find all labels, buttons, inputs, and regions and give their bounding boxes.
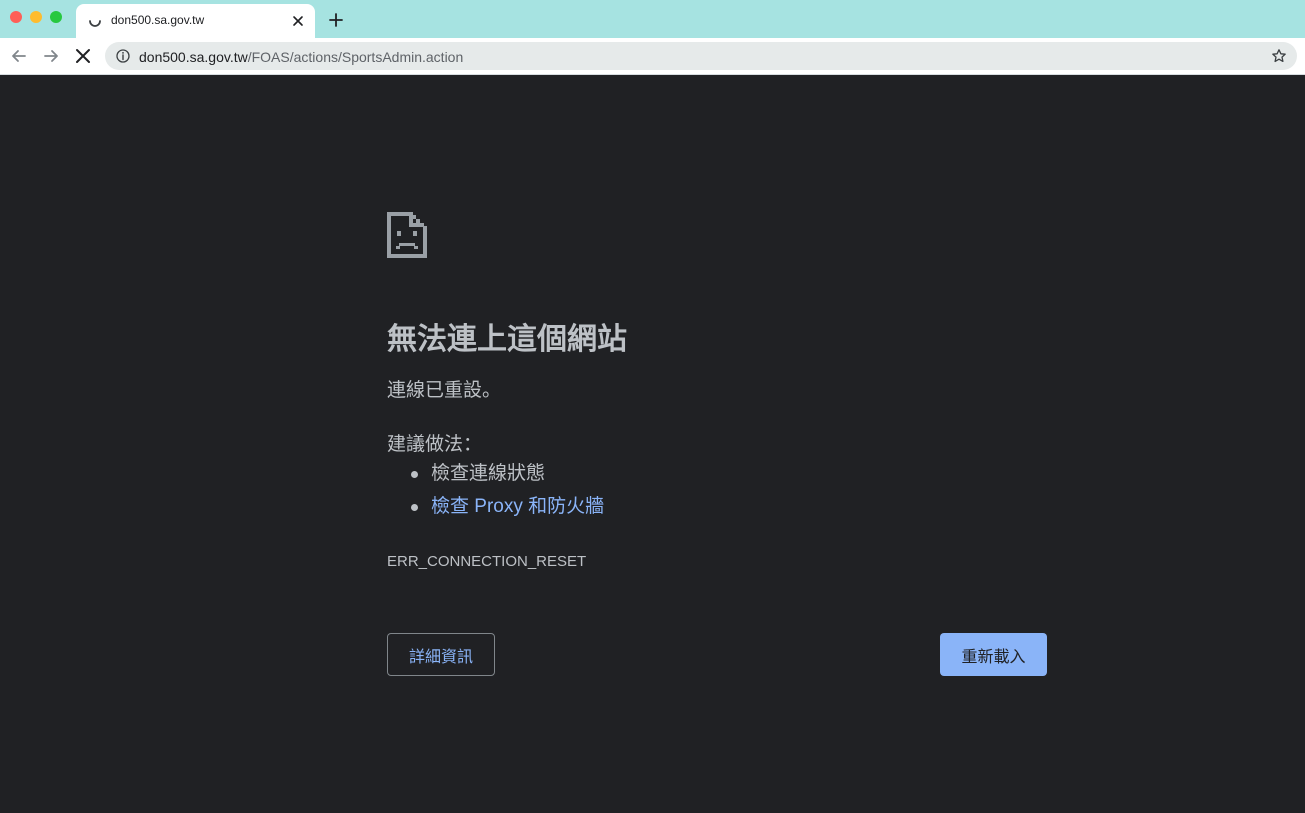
bullet-icon — [411, 471, 418, 478]
reload-button[interactable]: 重新載入 — [940, 633, 1047, 676]
sad-document-icon — [387, 212, 427, 258]
bookmark-star-icon[interactable] — [1271, 48, 1287, 64]
address-bar[interactable]: don500.sa.gov.tw/FOAS/actions/SportsAdmi… — [105, 42, 1297, 70]
url-path: /FOAS/actions/SportsAdmin.action — [247, 49, 464, 65]
close-tab-icon[interactable] — [290, 13, 306, 29]
url-host: don500.sa.gov.tw — [139, 49, 248, 65]
bullet-icon — [411, 504, 418, 511]
suggestion-item: 檢查 Proxy 和防火牆 — [409, 492, 604, 525]
forward-arrow-icon[interactable] — [41, 46, 61, 66]
suggestion-check-connection: 檢查連線狀態 — [431, 463, 546, 484]
error-heading: 無法連上這個網站 — [387, 323, 627, 356]
suggestions-label: 建議做法： — [387, 434, 483, 455]
close-window-button[interactable] — [10, 11, 22, 23]
error-subtitle: 連線已重設。 — [387, 380, 502, 401]
tab-title: don500.sa.gov.tw — [111, 13, 205, 27]
info-icon[interactable] — [116, 49, 130, 63]
suggestion-check-proxy-link[interactable]: 檢查 Proxy 和防火牆 — [431, 496, 604, 517]
tab-strip: don500.sa.gov.tw — [0, 0, 1305, 38]
error-page: 無法連上這個網站 連線已重設。 建議做法： 檢查連線狀態 檢查 Proxy 和防… — [0, 75, 1305, 813]
loading-spinner-icon — [89, 20, 101, 27]
suggestion-item: 檢查連線狀態 — [409, 459, 604, 492]
details-button[interactable]: 詳細資訊 — [387, 633, 495, 676]
minimize-window-button[interactable] — [30, 11, 42, 23]
toolbar: don500.sa.gov.tw/FOAS/actions/SportsAdmi… — [0, 38, 1305, 75]
new-tab-icon[interactable] — [328, 12, 344, 28]
suggestions-list: 檢查連線狀態 檢查 Proxy 和防火牆 — [409, 459, 604, 525]
stop-loading-icon[interactable] — [73, 46, 93, 66]
maximize-window-button[interactable] — [50, 11, 62, 23]
active-tab[interactable]: don500.sa.gov.tw — [76, 4, 315, 38]
back-arrow-icon[interactable] — [9, 46, 29, 66]
error-code: ERR_CONNECTION_RESET — [387, 553, 587, 570]
url-text[interactable]: don500.sa.gov.tw/FOAS/actions/SportsAdmi… — [139, 49, 463, 65]
